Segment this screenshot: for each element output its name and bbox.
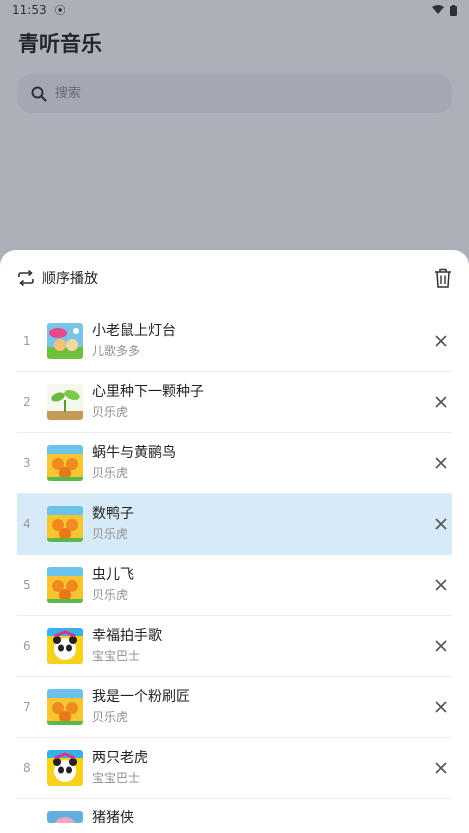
playlist-sheet: 顺序播放 1 小老鼠上灯台 儿歌多多 2 心里种下一颗种子 贝乐虎 3 蜗牛与黄… <box>0 250 469 833</box>
song-title: 蜗牛与黄鹂鸟 <box>92 445 176 461</box>
song-list: 1 小老鼠上灯台 儿歌多多 2 心里种下一颗种子 贝乐虎 3 蜗牛与黄鹂鸟 贝乐… <box>17 311 452 829</box>
song-index: 4 <box>23 517 31 531</box>
remove-song-button[interactable] <box>434 334 448 348</box>
song-row[interactable]: 猪猪侠 <box>17 799 452 829</box>
song-artist: 宝宝巴士 <box>92 649 141 663</box>
song-index: 3 <box>23 456 31 470</box>
song-index: 2 <box>23 395 31 409</box>
song-row[interactable]: 6 幸福拍手歌 宝宝巴士 <box>17 616 452 677</box>
clear-playlist-button[interactable] <box>434 268 452 288</box>
remove-song-button[interactable] <box>434 395 448 409</box>
remove-song-button[interactable] <box>434 700 448 714</box>
tiger-cover-image <box>47 445 83 481</box>
song-index: 5 <box>23 578 31 592</box>
song-index: 6 <box>23 639 31 653</box>
song-row[interactable]: 2 心里种下一颗种子 贝乐虎 <box>17 372 452 433</box>
song-artist: 贝乐虎 <box>92 710 129 724</box>
song-row-active[interactable]: 4 数鸭子 贝乐虎 <box>17 494 452 555</box>
panda-cover-image <box>47 628 83 664</box>
song-row[interactable]: 7 我是一个粉刷匠 贝乐虎 <box>17 677 452 738</box>
song-artist: 贝乐虎 <box>92 466 129 480</box>
trash-icon <box>435 268 451 288</box>
remove-song-button[interactable] <box>434 761 448 775</box>
song-artist: 贝乐虎 <box>92 405 129 419</box>
song-title: 两只老虎 <box>92 750 148 766</box>
song-index: 7 <box>23 700 31 714</box>
tiger-cover-image <box>47 689 83 725</box>
play-mode-label: 顺序播放 <box>42 271 98 287</box>
panda-cover-image <box>47 750 83 786</box>
remove-song-button[interactable] <box>434 517 448 531</box>
sprout-cover-image <box>47 384 83 420</box>
song-index: 1 <box>23 334 31 348</box>
song-title: 虫儿飞 <box>92 567 134 583</box>
song-title: 心里种下一颗种子 <box>92 384 204 400</box>
repeat-icon <box>18 270 34 286</box>
cartoon-cover-image <box>47 323 83 359</box>
remove-song-button[interactable] <box>434 578 448 592</box>
song-artist: 宝宝巴士 <box>92 771 141 785</box>
remove-song-button[interactable] <box>434 456 448 470</box>
remove-song-button[interactable] <box>434 639 448 653</box>
pig-cover-image <box>47 811 83 823</box>
song-title: 幸福拍手歌 <box>92 628 162 644</box>
song-row[interactable]: 8 两只老虎 宝宝巴士 <box>17 738 452 799</box>
tiger-cover-image <box>47 506 83 542</box>
tiger-cover-image <box>47 567 83 603</box>
song-title: 猪猪侠 <box>92 810 134 826</box>
song-row[interactable]: 3 蜗牛与黄鹂鸟 贝乐虎 <box>17 433 452 494</box>
song-artist: 贝乐虎 <box>92 588 129 602</box>
song-title: 数鸭子 <box>92 506 134 522</box>
sheet-header: 顺序播放 <box>0 250 469 306</box>
song-title: 小老鼠上灯台 <box>92 323 176 339</box>
song-title: 我是一个粉刷匠 <box>92 689 190 705</box>
song-row[interactable]: 1 小老鼠上灯台 儿歌多多 <box>17 311 452 372</box>
song-index: 8 <box>23 761 31 775</box>
song-row[interactable]: 5 虫儿飞 贝乐虎 <box>17 555 452 616</box>
song-artist: 儿歌多多 <box>92 344 141 358</box>
song-artist: 贝乐虎 <box>92 527 129 541</box>
play-mode-button[interactable]: 顺序播放 <box>17 268 98 288</box>
